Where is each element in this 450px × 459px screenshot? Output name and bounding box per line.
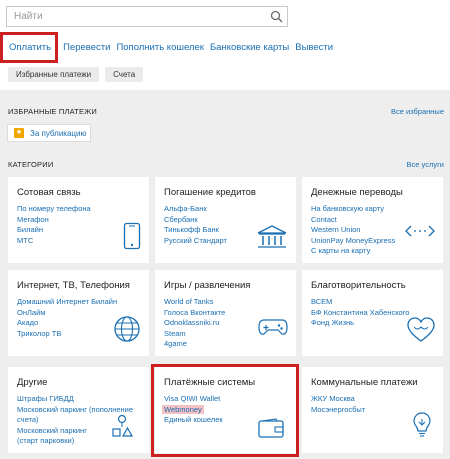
phone-icon	[123, 222, 141, 255]
favorites-title: ИЗБРАННЫЕ ПЛАТЕЖИ	[8, 107, 97, 116]
highlight-frame	[151, 364, 299, 457]
category-card-other[interactable]: Другие Штрафы ГИБДД Московский паркинг (…	[8, 367, 149, 453]
card-title: Интернет, ТВ, Телефония	[17, 280, 130, 291]
card-title: Игры / развлечения	[164, 280, 251, 291]
card-link[interactable]: Русский Стандарт	[164, 236, 227, 247]
card-title: Другие	[17, 377, 48, 388]
card-link[interactable]: Сбербанк	[164, 215, 227, 226]
search-icon[interactable]	[269, 9, 285, 24]
card-link[interactable]: По номеру телефона	[17, 204, 91, 215]
bulb-icon	[413, 412, 431, 443]
category-card-internet[interactable]: Интернет, ТВ, Телефония Домашний Интерне…	[8, 270, 149, 356]
search-box	[6, 6, 288, 27]
card-link[interactable]: Тинькофф Банк	[164, 225, 227, 236]
gamepad-icon	[258, 317, 288, 342]
card-link[interactable]: Мосэнергосбыт	[311, 405, 365, 416]
transfer-icon	[405, 224, 435, 243]
card-title: Погашение кредитов	[164, 187, 256, 198]
tab-bank-cards[interactable]: Банковские карты	[210, 42, 289, 53]
category-card-utilities[interactable]: Коммунальные платежи ЖКУ Москва Мосэнерг…	[302, 367, 443, 453]
card-link[interactable]: ЖКУ Москва	[311, 394, 365, 405]
globe-icon	[113, 315, 141, 348]
sub-tabs: Избранные платежи Счета	[8, 67, 144, 82]
search-input[interactable]	[7, 7, 267, 26]
card-link[interactable]: Альфа-Банк	[164, 204, 227, 215]
tab-withdraw[interactable]: Вывести	[295, 42, 333, 53]
category-card-loans[interactable]: Погашение кредитов Альфа-Банк Сбербанк Т…	[155, 177, 296, 263]
bank-icon	[256, 224, 288, 255]
card-link[interactable]: Акадо	[17, 318, 117, 329]
card-link[interactable]: 4game	[164, 339, 225, 350]
category-card-games[interactable]: Игры / развлечения World of Tanks Голоса…	[155, 270, 296, 356]
heart-icon	[407, 317, 435, 348]
card-title: Коммунальные платежи	[311, 377, 418, 388]
category-card-transfers[interactable]: Денежные переводы На банковскую карту Co…	[302, 177, 443, 263]
card-link[interactable]: Штрафы ГИБДД	[17, 394, 133, 405]
card-link[interactable]: UnionPay MoneyExpress	[311, 236, 395, 247]
misc-icon	[111, 414, 134, 445]
header-panel: Оплатить Перевести Пополнить кошелек Бан…	[0, 0, 450, 90]
category-card-charity[interactable]: Благотворительность ВСЕМ БФ Константина …	[302, 270, 443, 356]
card-link[interactable]: Contact	[311, 215, 395, 226]
all-services-link[interactable]: Все услуги	[407, 160, 444, 169]
card-link[interactable]: Western Union	[311, 225, 395, 236]
card-link[interactable]: ВСЕМ	[311, 297, 409, 308]
card-link[interactable]: Голоса Вконтакте	[164, 308, 225, 319]
card-link[interactable]: МТС	[17, 236, 91, 247]
card-link[interactable]: ОнЛайм	[17, 308, 117, 319]
chip-bills[interactable]: Счета	[105, 67, 144, 82]
category-card-mobile[interactable]: Сотовая связь По номеру телефона Мегафон…	[8, 177, 149, 263]
card-link[interactable]: На банковскую карту	[311, 204, 395, 215]
card-link[interactable]: World of Tanks	[164, 297, 225, 308]
card-link[interactable]: Steam	[164, 329, 225, 340]
card-link[interactable]: Мегафон	[17, 215, 91, 226]
categories-title: КАТЕГОРИИ	[8, 160, 54, 169]
favorite-item[interactable]: ★ За публикацию	[7, 124, 91, 142]
card-link[interactable]: Домашний Интернет Билайн	[17, 297, 117, 308]
card-link[interactable]: БФ Константина Хабенского	[311, 308, 409, 319]
card-link[interactable]: Odnoklassniki.ru	[164, 318, 225, 329]
card-link[interactable]: Триколор ТВ	[17, 329, 117, 340]
card-link[interactable]: Фонд Жизнь	[311, 318, 409, 329]
card-title: Денежные переводы	[311, 187, 403, 198]
tab-top-up-wallet[interactable]: Пополнить кошелек	[116, 42, 204, 53]
card-link[interactable]: Билайн	[17, 225, 91, 236]
tab-transfer[interactable]: Перевести	[63, 42, 110, 53]
card-title: Благотворительность	[311, 280, 406, 291]
card-link[interactable]: С карты на карту	[311, 246, 395, 257]
card-title: Сотовая связь	[17, 187, 81, 198]
main-tabs: Оплатить Перевести Пополнить кошелек Бан…	[0, 31, 339, 63]
chip-favorite-payments[interactable]: Избранные платежи	[8, 67, 100, 82]
all-favorites-link[interactable]: Все избранные	[391, 107, 444, 116]
star-icon: ★	[14, 128, 24, 138]
tab-pay[interactable]: Оплатить	[0, 31, 59, 63]
favorite-item-label: За публикацию	[30, 128, 87, 138]
